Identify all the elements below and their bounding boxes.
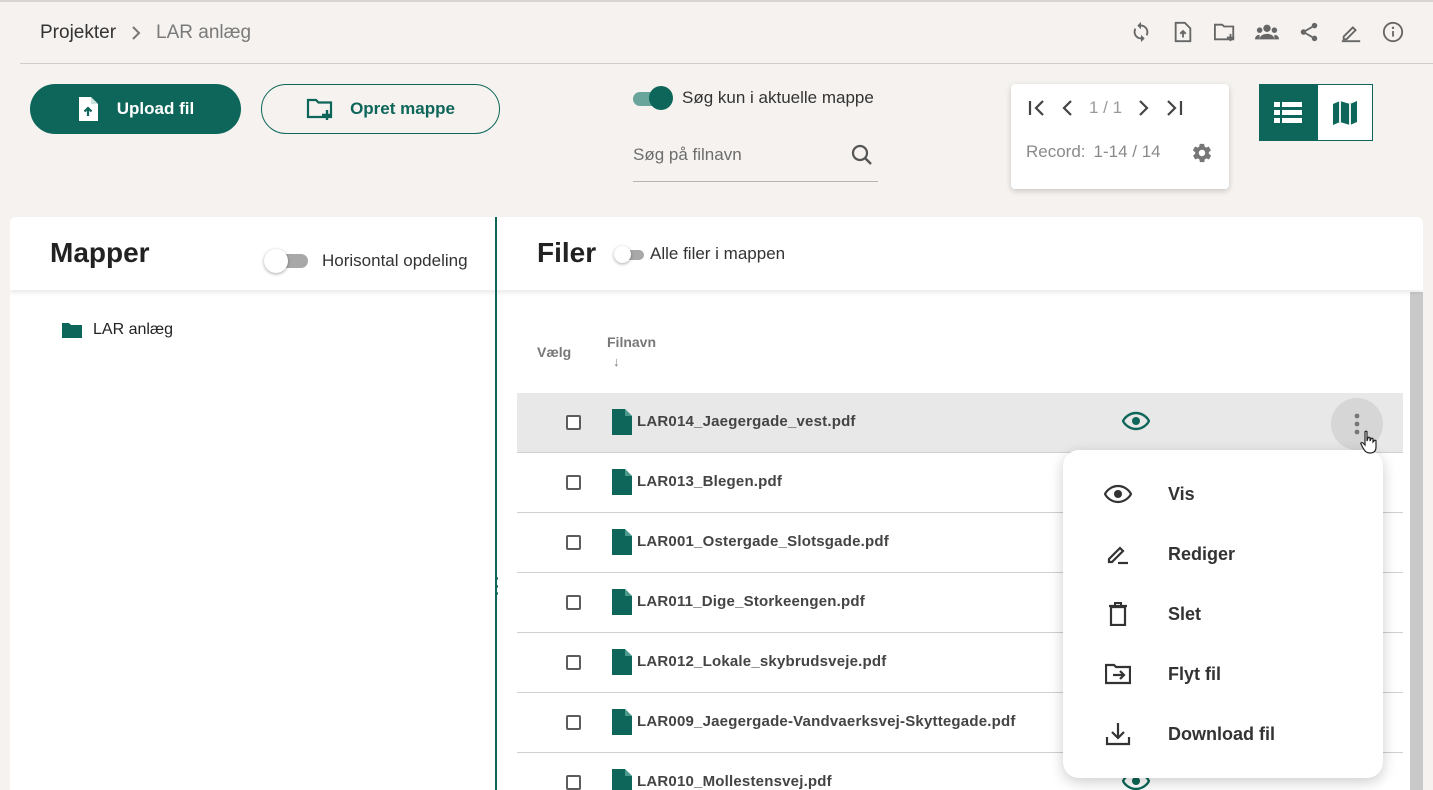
file-name[interactable]: LAR001_Ostergade_Slotsgade.pdf <box>637 533 889 550</box>
menu-item-label: Download fil <box>1168 723 1275 744</box>
column-select-header: Vælg <box>537 344 572 360</box>
file-name[interactable]: LAR011_Dige_Storkeengen.pdf <box>637 593 865 610</box>
sync-icon[interactable] <box>1129 20 1153 44</box>
file-icon <box>612 529 632 555</box>
row-checkbox[interactable] <box>566 415 581 430</box>
edit-icon <box>1063 542 1168 566</box>
gear-icon[interactable] <box>1191 142 1213 164</box>
menu-item-label: Slet <box>1168 603 1202 624</box>
file-icon <box>612 709 632 735</box>
upload-file-label: Upload fil <box>116 99 195 118</box>
panel-divider <box>495 217 497 790</box>
share-icon[interactable] <box>1297 20 1321 44</box>
first-page-icon[interactable] <box>1027 99 1047 117</box>
files-title: Filer <box>537 237 597 268</box>
search-icon[interactable] <box>850 143 874 167</box>
file-icon <box>612 649 632 675</box>
page-indicator: 1 / 1 <box>1089 98 1123 117</box>
previous-page-icon[interactable] <box>1061 99 1075 117</box>
header-toolbar <box>1129 20 1405 44</box>
panel-header: Mapper Horisontal opdeling Filer Alle fi… <box>10 217 1423 290</box>
resize-handle[interactable] <box>493 577 499 595</box>
trash-icon <box>1063 602 1168 626</box>
menu-item-label: Flyt fil <box>1168 663 1221 684</box>
row-checkbox[interactable] <box>566 775 581 790</box>
sort-arrow-icon: ↓ <box>613 354 620 369</box>
last-page-icon[interactable] <box>1164 99 1184 117</box>
file-upload-icon[interactable] <box>1171 20 1195 44</box>
menu-item-label: Rediger <box>1168 543 1236 564</box>
all-files-label: Alle filer i mappen <box>650 244 786 263</box>
eye-icon[interactable] <box>1122 411 1150 431</box>
create-folder-label: Opret mappe <box>350 99 455 118</box>
download-icon <box>1063 722 1168 746</box>
create-folder-button[interactable]: Opret mappe <box>261 84 500 134</box>
search-current-folder-label: Søg kun i aktuelle mappe <box>682 88 874 107</box>
search-current-folder-toggle[interactable] <box>633 86 673 112</box>
record-value: 1-14 / 14 <box>1093 142 1161 161</box>
file-upload-icon <box>77 96 99 122</box>
table-row[interactable]: LAR014_Jaegergade_vest.pdf <box>517 393 1403 453</box>
folders-title: Mapper <box>50 237 150 268</box>
breadcrumb: Projekter LAR anlæg <box>40 22 251 44</box>
move-folder-icon <box>1063 663 1168 685</box>
next-page-icon[interactable] <box>1136 99 1150 117</box>
file-name[interactable]: LAR013_Blegen.pdf <box>637 473 782 490</box>
hand-pointer-icon <box>1360 430 1378 454</box>
group-icon[interactable] <box>1255 20 1279 44</box>
menu-item-rediger[interactable]: Rediger <box>1063 524 1383 584</box>
list-view-button[interactable] <box>1259 84 1317 141</box>
all-files-toggle[interactable] <box>614 246 644 264</box>
menu-item-label: Vis <box>1168 483 1195 504</box>
row-checkbox[interactable] <box>566 535 581 550</box>
file-icon <box>612 469 632 495</box>
horizontal-split-label: Horisontal opdeling <box>322 251 468 270</box>
row-checkbox[interactable] <box>566 655 581 670</box>
folder-add-icon <box>306 97 334 121</box>
map-view-button[interactable] <box>1317 84 1373 141</box>
info-icon[interactable] <box>1381 20 1405 44</box>
folder-tree-item[interactable]: LAR anlæg <box>62 321 173 339</box>
file-name[interactable]: LAR010_Mollestensvej.pdf <box>637 773 832 790</box>
map-icon <box>1332 100 1358 126</box>
menu-item-vis[interactable]: Vis <box>1063 464 1383 524</box>
search-input[interactable] <box>633 144 833 165</box>
file-name[interactable]: LAR012_Lokale_skybrudsveje.pdf <box>637 653 886 670</box>
breadcrumb-current: LAR anlæg <box>156 22 252 43</box>
menu-item-download-fil[interactable]: Download fil <box>1063 704 1383 764</box>
menu-item-flyt-fil[interactable]: Flyt fil <box>1063 644 1383 704</box>
eye-icon <box>1063 484 1168 504</box>
list-icon <box>1274 101 1302 124</box>
scrollbar[interactable] <box>1410 292 1423 790</box>
menu-item-slet[interactable]: Slet <box>1063 584 1383 644</box>
file-name[interactable]: LAR014_Jaegergade_vest.pdf <box>637 413 856 430</box>
row-checkbox[interactable] <box>566 475 581 490</box>
file-icon <box>612 769 632 790</box>
edit-icon[interactable] <box>1339 20 1363 44</box>
folder-label: LAR anlæg <box>93 321 174 338</box>
horizontal-split-toggle[interactable] <box>264 249 308 273</box>
file-context-menu: Vis Rediger Slet Flyt fil Download fil <box>1063 450 1383 778</box>
folder-add-icon[interactable] <box>1213 20 1237 44</box>
folder-icon <box>62 322 82 338</box>
header-divider <box>20 63 1433 64</box>
row-checkbox[interactable] <box>566 715 581 730</box>
file-icon <box>612 409 632 435</box>
column-filename-label: Filnavn <box>607 334 657 350</box>
pagination-card: 1 / 1 Record: 1-14 / 14 <box>1011 84 1229 189</box>
record-label: Record: <box>1026 142 1086 161</box>
search-field <box>633 128 878 182</box>
column-filename-header[interactable]: Filnavn ↓ <box>607 334 656 369</box>
file-name[interactable]: LAR009_Jaegergade-Vandvaerksvej-Skyttega… <box>637 713 1016 730</box>
chevron-right-icon <box>130 25 142 41</box>
breadcrumb-root[interactable]: Projekter <box>40 22 116 44</box>
upload-file-button[interactable]: Upload fil <box>30 84 241 134</box>
row-checkbox[interactable] <box>566 595 581 610</box>
record-count: Record: 1-14 / 14 <box>1026 142 1161 162</box>
file-icon <box>612 589 632 615</box>
top-border <box>0 0 1433 2</box>
